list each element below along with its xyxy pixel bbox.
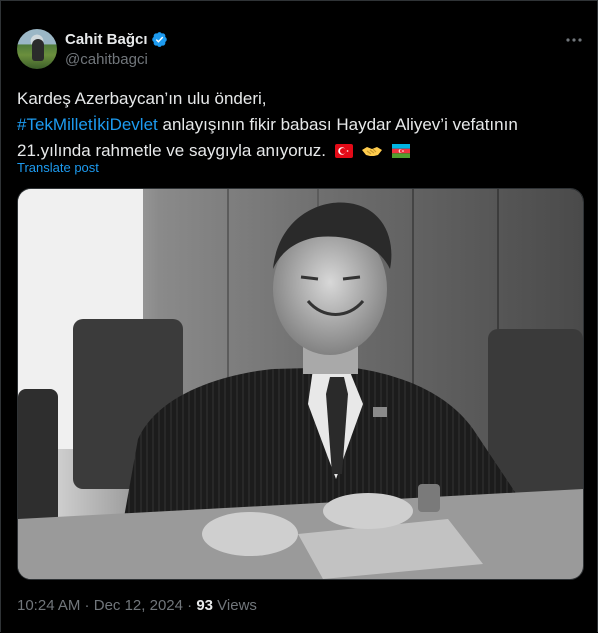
turkey-flag-icon [334,144,353,158]
separator: · [182,597,197,614]
post-time[interactable]: 10:24 AM [17,597,80,614]
avatar-figure [32,39,44,61]
post-text-line-3: 21.yılında rahmetle ve saygıyla anıyoruz… [17,138,577,164]
more-options-icon[interactable] [565,31,583,49]
translate-post-link[interactable]: Translate post [17,160,99,175]
post-image[interactable] [17,188,584,580]
verified-badge-icon [152,32,167,47]
views-count: 93 [196,597,213,614]
post-text-line-2: #TekMilletİkiDevlet anlayışının fikir ba… [17,112,577,138]
author-handle[interactable]: @cahitbagci [65,51,148,68]
separator: · [80,597,94,614]
post-metadata: 10:24 AM · Dec 12, 2024 · 93 Views [17,597,257,614]
azerbaijan-flag-icon [392,144,411,158]
ellipsis-icon [566,38,582,42]
views-label: Views [217,597,257,614]
post-date[interactable]: Dec 12, 2024 [94,597,183,614]
photo-illustration [18,189,583,579]
post-text-line-2-rest: anlayışının fikir babası Haydar Aliyev’i… [157,115,518,134]
handshake-icon [362,147,383,156]
post-text: Kardeş Azerbaycan’ın ulu önderi, #TekMil… [17,86,577,164]
post-text-line-1: Kardeş Azerbaycan’ın ulu önderi, [17,89,267,108]
post-text-line-3-text: 21.yılında rahmetle ve saygıyla anıyoruz… [17,141,326,160]
hashtag-link[interactable]: #TekMilletİkiDevlet [17,115,158,134]
author-name[interactable]: Cahit Bağcı [65,31,148,48]
avatar[interactable] [17,29,57,69]
post-header: Cahit Bağcı @cahitbagci [17,27,583,71]
